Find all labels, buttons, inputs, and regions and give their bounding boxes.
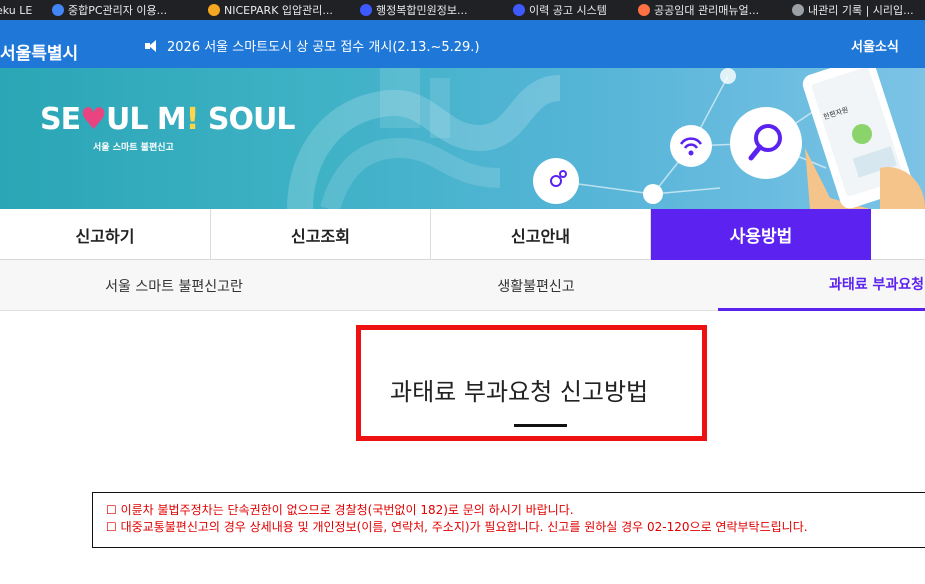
bookmark-label: NICEPARK 입압관리... [224, 4, 333, 17]
bookmarks-bar: eku LE 중합PC관리자 이용... NICEPARK 입압관리... 행정… [0, 0, 925, 20]
bookmark-item[interactable]: eku LE [0, 0, 32, 20]
notice-line: ☐ 이륜차 불법주정차는 단속권한이 없으므로 경찰청(국번없이 182)로 문… [106, 503, 574, 517]
bookmark-item[interactable]: 공공임대 관리매뉴얼... [638, 0, 759, 20]
subtab-about[interactable]: 서울 스마트 불편신고란 [68, 260, 280, 311]
main-nav: 신고하기 신고조회 신고안내 사용방법 [0, 209, 925, 260]
seoul-news-link[interactable]: 서울소식 [851, 36, 899, 55]
hero-banner: 한편자원 SE♥UL M! SOUL 서울 스마트 불편신고 [0, 68, 925, 209]
tab-report[interactable]: 신고하기 [0, 209, 211, 260]
tab-report-lookup[interactable]: 신고조회 [211, 209, 431, 260]
bookmark-item[interactable]: 중합PC관리자 이용... [52, 0, 167, 20]
notice-box: ☐ 이륜차 불법주정차는 단속권한이 없으므로 경찰청(국번없이 182)로 문… [92, 492, 925, 548]
logo-text-part: SE [40, 102, 81, 137]
bookmark-favicon-icon [360, 4, 372, 16]
bookmark-label: 행정복합민원정보... [376, 4, 468, 17]
bookmark-favicon-icon [792, 4, 804, 16]
bookmark-favicon-icon [638, 4, 650, 16]
page-title: 과태료 부과요청 신고방법 [390, 378, 649, 406]
bookmark-item[interactable]: NICEPARK 입압관리... [208, 0, 333, 20]
bookmark-label: eku LE [0, 3, 33, 17]
bookmark-item[interactable]: 행정복합민원정보... [360, 0, 467, 20]
bookmark-label: 내관리 기록 | 시리입... [808, 4, 914, 17]
logo-exclaim-icon: ! [185, 102, 200, 137]
bookmark-label: 이력 공고 시스템 [529, 4, 607, 17]
bookmark-label: 공공임대 관리매뉴얼... [654, 4, 760, 17]
speaker-icon [145, 39, 161, 53]
seoul-my-soul-logo[interactable]: SE♥UL M! SOUL [40, 102, 296, 137]
subtab-fine-request[interactable]: 과태료 부과요청 [718, 260, 925, 311]
top-bar: 서울특별시 2026 서울 스마트도시 상 공모 접수 개시(2.13.~5.2… [0, 20, 925, 68]
bookmark-item[interactable]: 이력 공고 시스템 [513, 0, 607, 20]
seoul-city-link[interactable]: 서울특별시 [0, 39, 78, 64]
notice-line: ☐ 대중교통불편신고의 경우 상세내용 및 개인정보(이름, 연락처, 주소지)… [106, 520, 808, 534]
notice-text: 2026 서울 스마트도시 상 공모 접수 개시(2.13.~5.29.) [167, 40, 480, 55]
notice-ticker[interactable]: 2026 서울 스마트도시 상 공모 접수 개시(2.13.~5.29.) [145, 36, 480, 55]
bookmark-label: 중합PC관리자 이용... [68, 4, 168, 17]
gear-node [533, 158, 579, 204]
bookmark-favicon-icon [52, 4, 64, 16]
bookmark-favicon-icon [208, 4, 220, 16]
logo-heart-icon: ♥ [80, 102, 107, 137]
logo-text-part: SOUL [198, 102, 296, 137]
logo-text-part: UL M [106, 102, 187, 137]
logo-subtitle: 서울 스마트 불편신고 [93, 143, 174, 153]
tab-report-guide[interactable]: 신고안내 [431, 209, 651, 260]
subtab-living-complaint[interactable]: 생활불편신고 [430, 260, 642, 311]
hero-illustration: 한편자원 [287, 68, 925, 209]
bookmark-item[interactable]: 내관리 기록 | 시리입... [792, 0, 914, 20]
title-underline [514, 424, 567, 427]
bookmark-favicon-icon [513, 4, 525, 16]
tab-how-to-use[interactable]: 사용방법 [651, 209, 871, 260]
sub-nav: 서울 스마트 불편신고란 생활불편신고 과태료 부과요청 [0, 260, 925, 311]
